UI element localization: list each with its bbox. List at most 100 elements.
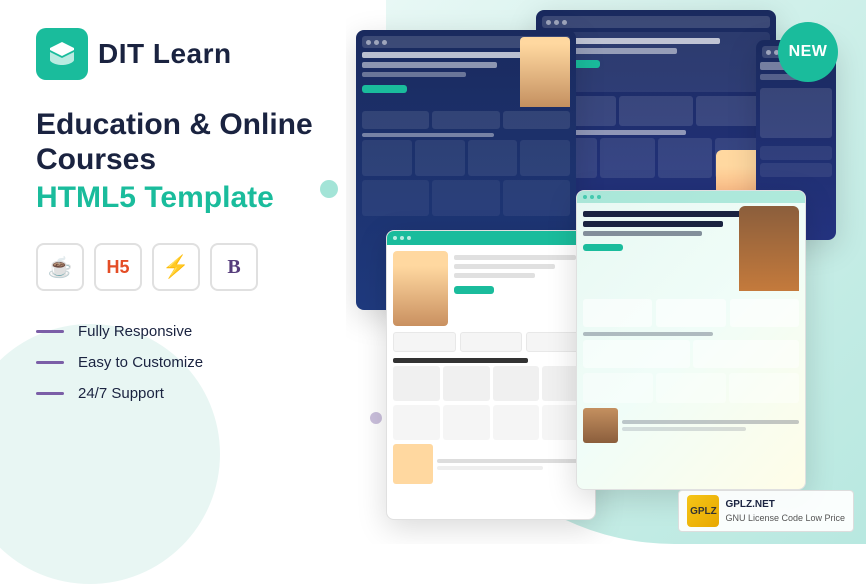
mockup-2-card-2: [619, 96, 693, 126]
mockup-4-footer-img: [583, 408, 618, 443]
mockup-3-person: [393, 251, 448, 326]
mockup-2-dot-2: [554, 20, 559, 25]
java-icon-box: ☕: [36, 243, 84, 291]
mockup-3-bottom-img: [393, 444, 433, 484]
mockup-4-header: [577, 191, 805, 203]
mockup-5-img: [760, 88, 832, 138]
feature-item-1: Fully Responsive: [36, 323, 364, 340]
mockup-2-course-3: [658, 138, 713, 178]
headline-sub: HTML5 Template: [36, 181, 364, 215]
mockup-4-sub-2: [693, 340, 800, 368]
mockup-4-b-1: [583, 373, 653, 403]
mockup-3-text: [454, 251, 589, 326]
right-panel: NEW: [346, 0, 866, 544]
mockup-4-card-2: [656, 299, 725, 327]
feature-list: Fully Responsive Easy to Customize 24/7 …: [36, 323, 364, 402]
mockup-5-card2: [760, 163, 832, 177]
mockup-3-tut-3: [493, 366, 540, 401]
mockup-3-tutorials-label: [393, 358, 528, 363]
mockup-4-b-2: [656, 373, 726, 403]
mockup-1-line2: [362, 62, 497, 68]
mockup-1-courses: [362, 140, 570, 176]
mockup-4-footer: [583, 408, 799, 443]
mockup-2-header: [542, 16, 770, 28]
mockup-4-f-line1: [622, 420, 799, 424]
mockup-1-more: [362, 180, 570, 216]
mockup-3-stat-2: [460, 332, 523, 352]
mockup-1-course-2: [415, 140, 465, 176]
mockup-3-dot-1: [393, 236, 397, 240]
mockup-4-dot-1: [583, 195, 587, 199]
mockup-1-hero: [362, 52, 570, 107]
mockup-1-stat-1: [362, 111, 429, 129]
mockup-3-bottom: [393, 444, 589, 484]
mockup-3-hero: [393, 251, 589, 326]
mockup-4-sub-1: [583, 340, 690, 368]
feature-dash-1: [36, 330, 64, 333]
mockup-1-line1: [362, 52, 528, 58]
mockup-1-more-3: [503, 180, 570, 216]
logo-icon: [36, 28, 88, 80]
mockup-3-line2: [454, 264, 555, 269]
mockup-4-section-label: [583, 332, 713, 336]
mockup-3-dot-3: [407, 236, 411, 240]
watermark-text: GPLZ.NET GNU License Code Low Price: [725, 498, 845, 525]
logo-row: DIT Learn: [36, 28, 364, 80]
mockup-1-stat-2: [432, 111, 499, 129]
bootstrap-icon-box: B: [210, 243, 258, 291]
mockup-3-tut-7: [493, 405, 540, 440]
mockup-1-line3: [362, 72, 466, 77]
feature-text-1: Fully Responsive: [78, 323, 192, 340]
feature-dash-2: [36, 361, 64, 364]
feature-item-3: 24/7 Support: [36, 385, 364, 402]
feature-text-2: Easy to Customize: [78, 354, 203, 371]
mockup-1-more-1: [362, 180, 429, 216]
mockup-3-b-line2: [437, 466, 543, 470]
mockup-3-bottom-text: [437, 459, 589, 470]
mockup-2-dot-1: [546, 20, 551, 25]
mockup-screen-4: [576, 190, 806, 490]
mockup-5-dot-1: [766, 50, 771, 55]
mockup-3-tut-6: [443, 405, 490, 440]
mockup-3-header: [387, 231, 595, 245]
mockup-1-course-4: [520, 140, 570, 176]
tech-icons-row: ☕ H5 ⚡ B: [36, 243, 364, 291]
html5-icon-box: H5: [94, 243, 142, 291]
mockup-3-dot-2: [400, 236, 404, 240]
mockup-4-person: [739, 206, 799, 291]
mockup-1-dot-1: [366, 40, 371, 45]
mockup-4-bottom-row: [583, 373, 799, 403]
mockup-4-card-3: [730, 299, 799, 327]
watermark-site: GPLZ.NET: [725, 498, 845, 512]
mockup-4-sub: [583, 231, 702, 236]
mockup-3-more-tuts: [393, 405, 589, 440]
mockup-screen-3: [386, 230, 596, 520]
mockup-3-tut-1: [393, 366, 440, 401]
mockup-4-hero: [583, 211, 799, 291]
logo-text: DIT Learn: [98, 38, 232, 70]
mockup-3-tutorials: [393, 366, 589, 401]
mockup-4-footer-inner: [583, 408, 799, 443]
mockup-3-b-line1: [437, 459, 589, 463]
mockup-2-course-2: [600, 138, 655, 178]
mockup-4-subcards: [583, 340, 799, 368]
mockup-4-card-1: [583, 299, 652, 327]
mockups-container: [356, 10, 856, 540]
mockup-3-btn: [454, 286, 494, 294]
mockup-1-course-1: [362, 140, 412, 176]
mockup-1-dot-3: [382, 40, 387, 45]
mockup-3-tut-5: [393, 405, 440, 440]
mockup-4-footer-text: [622, 420, 799, 431]
mockup-3-stat-1: [393, 332, 456, 352]
mockup-4-section: [583, 332, 799, 368]
mockup-1-course-3: [468, 140, 518, 176]
mockup-2-cards: [542, 96, 770, 126]
feature-text-3: 24/7 Support: [78, 385, 164, 402]
mockup-3-line3: [454, 273, 535, 278]
mockup-1-person: [520, 37, 570, 107]
new-badge-text: NEW: [789, 43, 828, 61]
mockup-1-dot-2: [374, 40, 379, 45]
mockup-3-tut-2: [443, 366, 490, 401]
mockup-1-stat-3: [503, 111, 570, 129]
new-badge: NEW: [778, 22, 838, 82]
